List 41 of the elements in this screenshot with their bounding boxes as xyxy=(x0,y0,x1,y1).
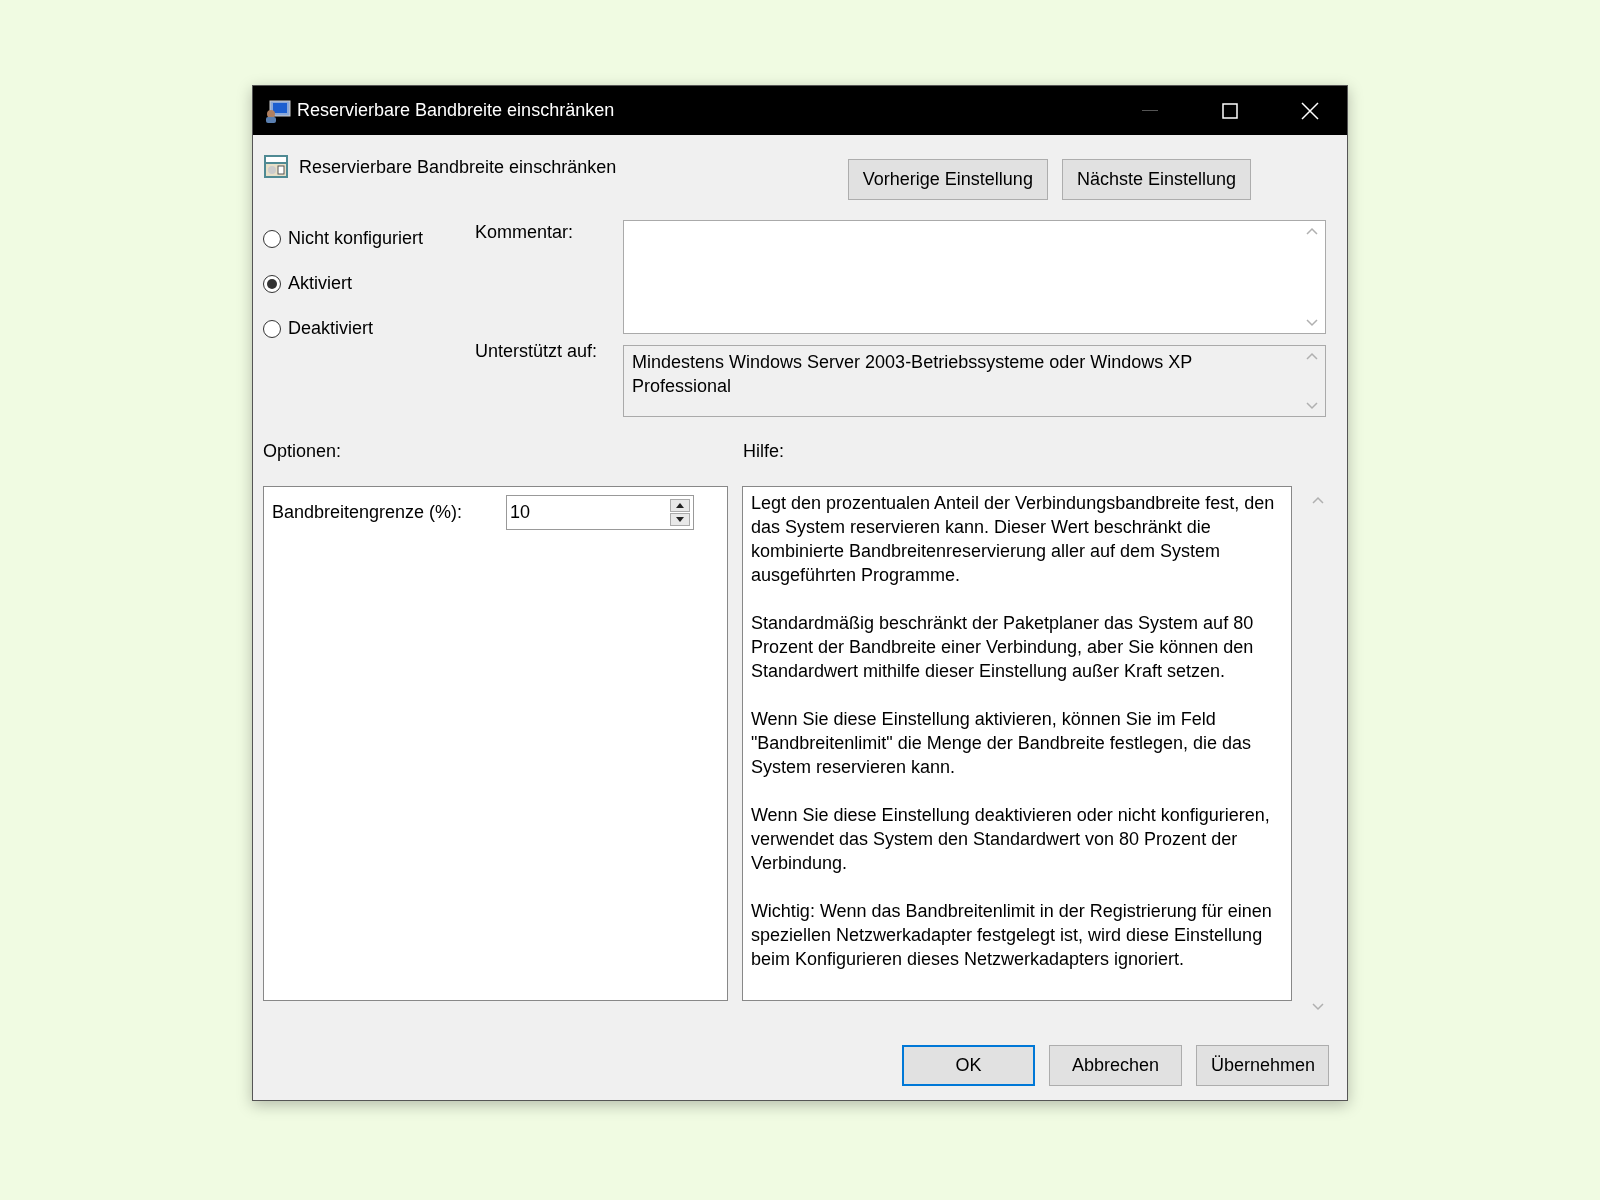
radio-button[interactable] xyxy=(263,319,281,338)
radio-option[interactable]: Nicht konfiguriert xyxy=(263,226,475,251)
maximize-icon xyxy=(1222,102,1238,119)
help-paragraph: Wichtig: Wenn das Bandbreitenlimit in der Registrierung für einen speziellen Netzwerkadapter festgelegt ist, wird diese Einstellung beim Konfigurieren dieses Netzwerkadapters ignoriert. xyxy=(750,900,1273,971)
scroll-up-icon[interactable] xyxy=(1306,227,1318,235)
close-icon xyxy=(1301,101,1319,120)
option-label: Bandbreitengrenze (%): xyxy=(272,502,464,523)
scroll-down-icon[interactable] xyxy=(1306,402,1318,410)
ok-button[interactable]: OK xyxy=(902,1045,1035,1086)
radio-option[interactable]: Deaktiviert xyxy=(263,316,475,341)
options-label: Optionen: xyxy=(263,441,343,462)
comment-label: Kommentar: xyxy=(475,222,575,243)
help-paragraph: Legt den prozentualen Anteil der Verbindungsbandbreite fest, den das System reservieren kann. Dieser Wert beschränkt die kombinierte Bandbreitenreservierung aller auf dem System ausgeführten Programme. xyxy=(750,492,1276,587)
increment-button[interactable] xyxy=(670,499,690,512)
help-paragraph: Standardmäßig beschränkt der Paketplaner das System auf 80 Prozent der Bandbreite einer Verbindung, aber Sie können den Standardwert mithilfe dieser Einstellung außer Kraft setzen. xyxy=(750,612,1255,683)
scroll-up-icon[interactable] xyxy=(1312,496,1325,504)
scroll-down-icon[interactable] xyxy=(1312,1003,1325,1011)
radio-button[interactable] xyxy=(263,229,281,248)
next-setting-button[interactable]: Nächste Einstellung xyxy=(1061,159,1251,200)
policy-icon xyxy=(263,153,289,179)
setting-title: Reservierbare Bandbreite einschränken xyxy=(299,157,618,178)
decrement-button[interactable] xyxy=(670,513,690,526)
scroll-down-icon[interactable] xyxy=(1306,319,1318,327)
cancel-button[interactable]: Abbrechen xyxy=(1049,1045,1182,1086)
previous-setting-button[interactable]: Vorherige Einstellung xyxy=(847,159,1048,200)
number-spinner[interactable]: 10 xyxy=(506,495,694,530)
triangle-down-icon xyxy=(676,517,684,522)
radio-option[interactable]: Aktiviert xyxy=(263,271,475,296)
help-paragraph: Wenn Sie diese Einstellung deaktivieren oder nicht konfigurieren, verwendet das System den Standardwert von 80 Prozent der Verbindung. xyxy=(750,804,1271,875)
window-title: Reservierbare Bandbreite einschränken xyxy=(297,100,616,121)
computer-icon xyxy=(265,98,291,123)
comment-field[interactable] xyxy=(623,220,1326,334)
minimize-icon xyxy=(1142,109,1158,112)
scroll-up-icon[interactable] xyxy=(1306,352,1318,360)
help-label: Hilfe: xyxy=(743,441,785,462)
triangle-up-icon xyxy=(676,503,684,508)
apply-button[interactable]: Übernehmen xyxy=(1196,1045,1329,1086)
supported-platforms-text: Mindestens Windows Server 2003-Betriebssysteme oder Windows XP Professional xyxy=(631,351,1193,398)
radio-button[interactable] xyxy=(263,274,281,293)
help-paragraph: Wenn Sie diese Einstellung aktivieren, können Sie im Feld "Bandbreitenlimit" die Menge der Bandbreite festlegen, die das System reservieren kann. xyxy=(750,708,1252,779)
supported-label: Unterstützt auf: xyxy=(475,341,599,362)
